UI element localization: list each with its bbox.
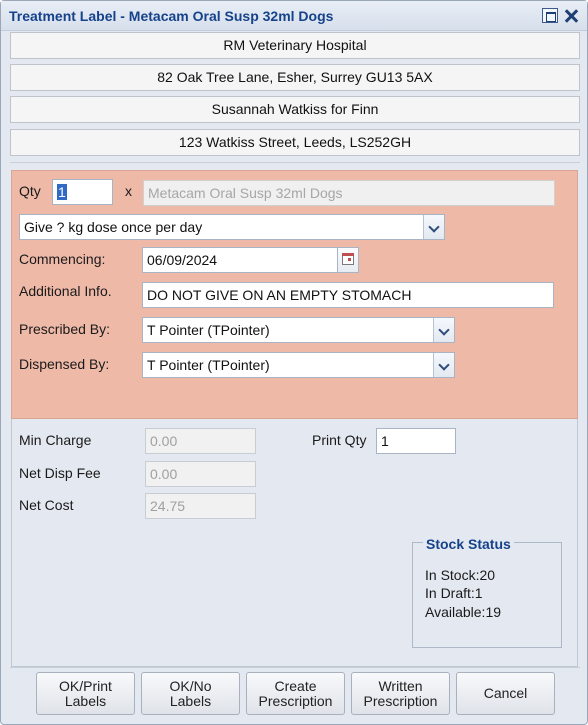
product-name-field: Metacam Oral Susp 32ml Dogs: [143, 180, 555, 206]
net-disp-fee-label: Net Disp Fee: [19, 465, 101, 481]
available-text: Available:19: [425, 604, 502, 620]
qty-value: 1: [57, 184, 67, 200]
ok-print-labels-button[interactable]: OK/Print Labels: [36, 672, 135, 715]
additional-info-label: Additional Info.: [19, 283, 112, 299]
chevron-down-icon[interactable]: [433, 353, 454, 377]
net-cost-label: Net Cost: [19, 497, 74, 513]
button-label-line2: Labels: [64, 692, 107, 709]
practice-address-line: 82 Oak Tree Lane, Esher, Surrey GU13 5AX: [10, 64, 580, 91]
qty-input[interactable]: 1: [52, 179, 113, 205]
title-bar[interactable]: Treatment Label - Metacam Oral Susp 32ml…: [1, 1, 587, 31]
create-prescription-button[interactable]: Create Prescription: [246, 672, 345, 715]
client-address-line: 123 Watkiss Street, Leeds, LS252GH: [10, 129, 580, 156]
close-icon[interactable]: [563, 8, 579, 23]
button-label-line1: Written: [378, 677, 423, 694]
button-label-line1: OK/No: [169, 677, 212, 694]
dosage-value: Give ? kg dose once per day: [24, 219, 203, 235]
commencing-label: Commencing:: [19, 251, 106, 267]
calendar-button[interactable]: [337, 247, 359, 273]
min-charge-label: Min Charge: [19, 432, 92, 448]
maximize-icon[interactable]: [542, 8, 558, 23]
button-label-line1: Create: [274, 677, 317, 694]
prescribed-by-combo[interactable]: T Pointer (TPointer): [142, 317, 455, 343]
print-qty-label: Print Qty: [312, 432, 367, 448]
stock-status-title: Stock Status: [423, 536, 514, 552]
print-qty-input[interactable]: 1: [376, 428, 456, 454]
min-charge-field: 0.00: [145, 428, 256, 454]
net-cost-field: 24.75: [145, 493, 256, 519]
net-disp-fee-field: 0.00: [145, 461, 256, 487]
dispensed-by-combo[interactable]: T Pointer (TPointer): [142, 352, 455, 378]
chevron-down-icon[interactable]: [423, 215, 444, 239]
window-title: Treatment Label - Metacam Oral Susp 32ml…: [9, 8, 334, 24]
divider: [10, 667, 580, 668]
chevron-down-icon[interactable]: [433, 318, 454, 342]
treatment-label-dialog: Treatment Label - Metacam Oral Susp 32ml…: [0, 0, 588, 725]
ok-no-labels-button[interactable]: OK/No Labels: [141, 672, 240, 715]
dosage-combo[interactable]: Give ? kg dose once per day: [19, 214, 445, 240]
button-label-line2: Prescription: [363, 692, 438, 709]
prescribed-by-value: T Pointer (TPointer): [147, 322, 270, 338]
prescribed-by-label: Prescribed By:: [19, 321, 111, 337]
written-prescription-button[interactable]: Written Prescription: [351, 672, 450, 715]
client-pet-line: Susannah Watkiss for Finn: [10, 96, 580, 123]
in-draft-text: In Draft:1: [425, 585, 483, 601]
dispensed-by-value: T Pointer (TPointer): [147, 357, 270, 373]
calendar-icon: [342, 253, 354, 265]
commencing-date-input[interactable]: 06/09/2024: [142, 247, 338, 273]
button-label-line1: Cancel: [483, 685, 528, 701]
in-stock-text: In Stock:20: [425, 567, 496, 583]
divider: [10, 162, 580, 163]
button-label-line2: Labels: [169, 692, 212, 709]
cancel-button[interactable]: Cancel: [456, 672, 555, 715]
button-label-line1: OK/Print: [59, 677, 112, 694]
button-label-line2: Prescription: [258, 692, 333, 709]
dispensed-by-label: Dispensed By:: [19, 356, 110, 372]
qty-label: Qty: [19, 183, 41, 199]
additional-info-input[interactable]: DO NOT GIVE ON AN EMPTY STOMACH: [142, 282, 554, 308]
practice-name-line: RM Veterinary Hospital: [10, 32, 580, 59]
times-sign: x: [125, 183, 132, 199]
